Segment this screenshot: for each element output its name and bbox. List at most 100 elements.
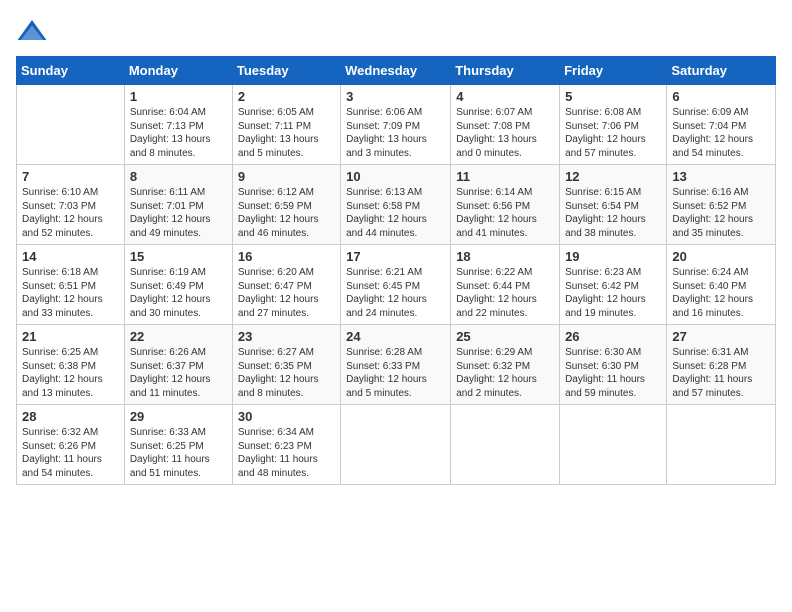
calendar-cell [17,85,125,165]
day-info: Sunrise: 6:23 AMSunset: 6:42 PMDaylight:… [565,266,661,320]
day-number: 22 [130,329,227,344]
calendar-cell: 4 Sunrise: 6:07 AMSunset: 7:08 PMDaylight… [451,85,560,165]
calendar-cell: 25 Sunrise: 6:29 AMSunset: 6:32 PMDayligh… [451,325,560,405]
calendar-week-row: 1 Sunrise: 6:04 AMSunset: 7:13 PMDaylight… [17,85,776,165]
calendar-cell: 7 Sunrise: 6:10 AMSunset: 7:03 PMDaylight… [17,165,125,245]
day-info: Sunrise: 6:20 AMSunset: 6:47 PMDaylight:… [238,266,335,320]
day-info: Sunrise: 6:18 AMSunset: 6:51 PMDaylight:… [22,266,119,320]
calendar-cell: 10 Sunrise: 6:13 AMSunset: 6:58 PMDayligh… [341,165,451,245]
day-number: 26 [565,329,661,344]
calendar-header-row: SundayMondayTuesdayWednesdayThursdayFrid… [17,57,776,85]
col-header-thursday: Thursday [451,57,560,85]
day-info: Sunrise: 6:26 AMSunset: 6:37 PMDaylight:… [130,346,227,400]
day-info: Sunrise: 6:24 AMSunset: 6:40 PMDaylight:… [672,266,770,320]
day-number: 1 [130,89,227,104]
calendar-cell: 3 Sunrise: 6:06 AMSunset: 7:09 PMDaylight… [341,85,451,165]
calendar-cell: 27 Sunrise: 6:31 AMSunset: 6:28 PMDayligh… [667,325,776,405]
calendar-week-row: 14 Sunrise: 6:18 AMSunset: 6:51 PMDayligh… [17,245,776,325]
day-number: 18 [456,249,554,264]
day-number: 7 [22,169,119,184]
calendar-cell: 9 Sunrise: 6:12 AMSunset: 6:59 PMDaylight… [232,165,340,245]
calendar-cell: 15 Sunrise: 6:19 AMSunset: 6:49 PMDayligh… [124,245,232,325]
calendar-cell [667,405,776,485]
day-info: Sunrise: 6:34 AMSunset: 6:23 PMDaylight:… [238,426,335,480]
day-number: 29 [130,409,227,424]
day-info: Sunrise: 6:29 AMSunset: 6:32 PMDaylight:… [456,346,554,400]
col-header-sunday: Sunday [17,57,125,85]
day-number: 3 [346,89,445,104]
day-number: 28 [22,409,119,424]
day-number: 10 [346,169,445,184]
day-info: Sunrise: 6:19 AMSunset: 6:49 PMDaylight:… [130,266,227,320]
calendar-table: SundayMondayTuesdayWednesdayThursdayFrid… [16,56,776,485]
calendar-cell: 12 Sunrise: 6:15 AMSunset: 6:54 PMDayligh… [560,165,667,245]
day-info: Sunrise: 6:31 AMSunset: 6:28 PMDaylight:… [672,346,770,400]
day-info: Sunrise: 6:30 AMSunset: 6:30 PMDaylight:… [565,346,661,400]
calendar-cell: 18 Sunrise: 6:22 AMSunset: 6:44 PMDayligh… [451,245,560,325]
calendar-cell: 8Sunrise: 6:11 AMSunset: 7:01 PMDaylight… [124,165,232,245]
calendar-cell: 29 Sunrise: 6:33 AMSunset: 6:25 PMDayligh… [124,405,232,485]
calendar-cell: 28Sunrise: 6:32 AMSunset: 6:26 PMDayligh… [17,405,125,485]
calendar-week-row: 7 Sunrise: 6:10 AMSunset: 7:03 PMDaylight… [17,165,776,245]
day-number: 30 [238,409,335,424]
day-number: 27 [672,329,770,344]
calendar-cell: 11 Sunrise: 6:14 AMSunset: 6:56 PMDayligh… [451,165,560,245]
calendar-cell: 24 Sunrise: 6:28 AMSunset: 6:33 PMDayligh… [341,325,451,405]
day-number: 11 [456,169,554,184]
day-number: 13 [672,169,770,184]
day-number: 8 [130,169,227,184]
calendar-cell [341,405,451,485]
day-info: Sunrise: 6:15 AMSunset: 6:54 PMDaylight:… [565,186,661,240]
calendar-cell: 16 Sunrise: 6:20 AMSunset: 6:47 PMDayligh… [232,245,340,325]
calendar-cell: 6Sunrise: 6:09 AMSunset: 7:04 PMDaylight… [667,85,776,165]
calendar-cell: 23 Sunrise: 6:27 AMSunset: 6:35 PMDayligh… [232,325,340,405]
day-info: Sunrise: 6:33 AMSunset: 6:25 PMDaylight:… [130,426,227,480]
calendar-cell: 30 Sunrise: 6:34 AMSunset: 6:23 PMDayligh… [232,405,340,485]
day-number: 23 [238,329,335,344]
day-info: Sunrise: 6:06 AMSunset: 7:09 PMDaylight:… [346,106,445,160]
page-header [16,16,776,48]
col-header-saturday: Saturday [667,57,776,85]
day-info: Sunrise: 6:14 AMSunset: 6:56 PMDaylight:… [456,186,554,240]
day-number: 12 [565,169,661,184]
calendar-cell: 14 Sunrise: 6:18 AMSunset: 6:51 PMDayligh… [17,245,125,325]
day-number: 14 [22,249,119,264]
logo-icon [16,16,48,48]
day-info: Sunrise: 6:28 AMSunset: 6:33 PMDaylight:… [346,346,445,400]
day-number: 21 [22,329,119,344]
day-number: 16 [238,249,335,264]
day-info: Sunrise: 6:10 AMSunset: 7:03 PMDaylight:… [22,186,119,240]
calendar-cell [451,405,560,485]
day-number: 19 [565,249,661,264]
day-number: 4 [456,89,554,104]
calendar-cell: 19 Sunrise: 6:23 AMSunset: 6:42 PMDayligh… [560,245,667,325]
day-info: Sunrise: 6:13 AMSunset: 6:58 PMDaylight:… [346,186,445,240]
day-info: Sunrise: 6:12 AMSunset: 6:59 PMDaylight:… [238,186,335,240]
day-info: Sunrise: 6:07 AMSunset: 7:08 PMDaylight:… [456,106,554,160]
day-info: Sunrise: 6:22 AMSunset: 6:44 PMDaylight:… [456,266,554,320]
day-number: 17 [346,249,445,264]
calendar-cell: 17 Sunrise: 6:21 AMSunset: 6:45 PMDayligh… [341,245,451,325]
calendar-cell: 5 Sunrise: 6:08 AMSunset: 7:06 PMDaylight… [560,85,667,165]
calendar-week-row: 28Sunrise: 6:32 AMSunset: 6:26 PMDayligh… [17,405,776,485]
day-number: 9 [238,169,335,184]
calendar-cell: 1 Sunrise: 6:04 AMSunset: 7:13 PMDaylight… [124,85,232,165]
day-info: Sunrise: 6:16 AMSunset: 6:52 PMDaylight:… [672,186,770,240]
col-header-wednesday: Wednesday [341,57,451,85]
calendar-cell: 13 Sunrise: 6:16 AMSunset: 6:52 PMDayligh… [667,165,776,245]
calendar-cell: 22 Sunrise: 6:26 AMSunset: 6:37 PMDayligh… [124,325,232,405]
day-info: Sunrise: 6:04 AMSunset: 7:13 PMDaylight:… [130,106,227,160]
col-header-tuesday: Tuesday [232,57,340,85]
day-number: 5 [565,89,661,104]
day-info: Sunrise: 6:08 AMSunset: 7:06 PMDaylight:… [565,106,661,160]
day-number: 24 [346,329,445,344]
day-info: Sunrise: 6:25 AMSunset: 6:38 PMDaylight:… [22,346,119,400]
day-info: Sunrise: 6:27 AMSunset: 6:35 PMDaylight:… [238,346,335,400]
day-number: 2 [238,89,335,104]
day-info: Sunrise: 6:21 AMSunset: 6:45 PMDaylight:… [346,266,445,320]
calendar-week-row: 21 Sunrise: 6:25 AMSunset: 6:38 PMDayligh… [17,325,776,405]
day-number: 25 [456,329,554,344]
calendar-cell: 26 Sunrise: 6:30 AMSunset: 6:30 PMDayligh… [560,325,667,405]
day-number: 15 [130,249,227,264]
calendar-cell: 2Sunrise: 6:05 AMSunset: 7:11 PMDaylight… [232,85,340,165]
